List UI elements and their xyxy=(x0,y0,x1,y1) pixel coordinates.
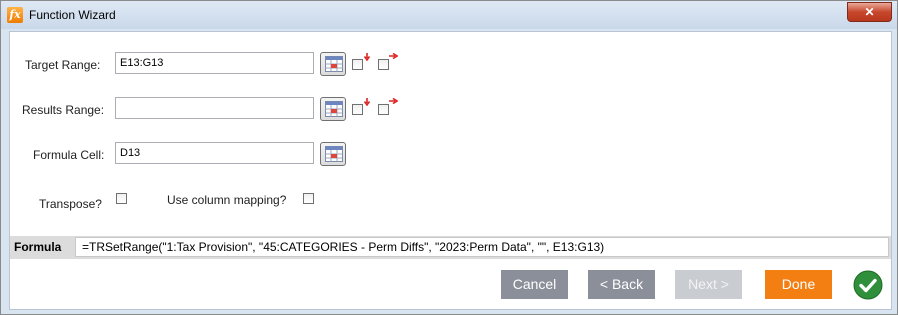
results-range-picker-button[interactable] xyxy=(320,97,346,121)
fx-app-icon: fx xyxy=(7,7,23,23)
formula-cell-label: Formula Cell: xyxy=(33,148,105,162)
expand-right-icon xyxy=(389,98,398,104)
target-range-label: Target Range: xyxy=(25,58,101,72)
close-icon: ✕ xyxy=(864,5,875,19)
target-range-picker-button[interactable] xyxy=(320,52,346,76)
column-mapping-checkbox[interactable] xyxy=(303,193,314,204)
results-expand-right-checkbox[interactable] xyxy=(378,104,389,115)
expand-right-icon xyxy=(389,53,398,59)
title-bar: fx Function Wizard ✕ xyxy=(1,1,897,29)
formula-cell-input[interactable] xyxy=(115,142,314,164)
column-mapping-label: Use column mapping? xyxy=(167,193,287,207)
transpose-checkbox[interactable] xyxy=(116,193,127,204)
results-range-input[interactable] xyxy=(115,97,314,119)
formula-text-field[interactable]: =TRSetRange("1:Tax Provision", "45:CATEG… xyxy=(75,237,889,257)
range-select-icon xyxy=(325,56,343,72)
formula-bar: Formula =TRSetRange("1:Tax Provision", "… xyxy=(10,236,891,259)
close-button[interactable]: ✕ xyxy=(847,2,892,22)
transpose-label: Transpose? xyxy=(39,197,102,211)
results-range-label: Results Range: xyxy=(22,103,105,117)
cancel-button[interactable]: Cancel xyxy=(501,270,568,299)
window-title: Function Wizard xyxy=(29,8,116,22)
done-button[interactable]: Done xyxy=(765,270,832,299)
formula-label: Formula xyxy=(14,240,62,254)
range-select-icon xyxy=(325,101,343,117)
results-expand-down-checkbox[interactable] xyxy=(352,104,363,115)
function-wizard-window: fx Function Wizard ✕ Target Range: E13:G… xyxy=(0,0,898,315)
dialog-body: Target Range: Results Range: xyxy=(9,31,892,310)
formula-cell-picker-button[interactable] xyxy=(320,142,346,166)
target-expand-right-checkbox[interactable] xyxy=(378,59,389,70)
next-button[interactable]: Next > xyxy=(675,270,742,299)
checkmark-circle-icon[interactable] xyxy=(853,270,883,300)
expand-down-icon xyxy=(364,98,370,106)
range-select-icon xyxy=(325,146,343,162)
back-button[interactable]: < Back xyxy=(588,270,655,299)
target-range-input[interactable] xyxy=(115,52,314,74)
expand-down-icon xyxy=(364,53,370,61)
target-expand-down-checkbox[interactable] xyxy=(352,59,363,70)
